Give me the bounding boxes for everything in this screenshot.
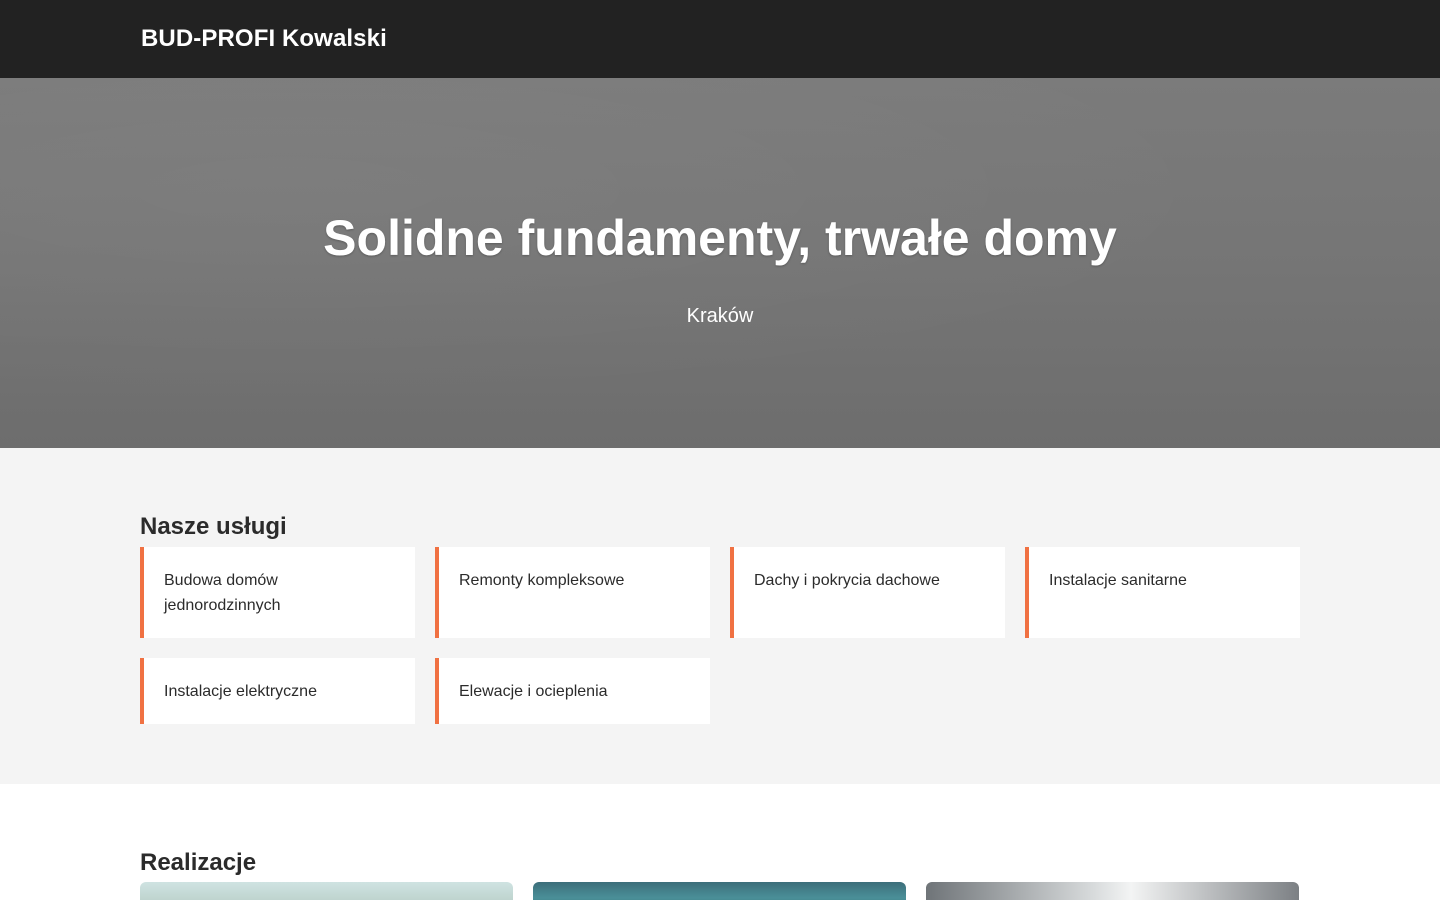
hero-city: Kraków [686,305,754,327]
services-title: Nasze usługi [140,513,287,540]
services-grid: Budowa domów jednorodzinnych Remonty kom… [140,547,1300,724]
service-card-renovations: Remonty kompleksowe [435,547,710,638]
realizations-gallery [140,882,1300,900]
service-card-label: Elewacje i ocieplenia [459,683,608,700]
realizations-title: Realizacje [140,849,257,876]
brand-logo-text[interactable]: BUD-PROFI Kowalski [141,25,387,53]
service-card-label: Remonty kompleksowe [459,572,625,589]
service-card-roofs: Dachy i pokrycia dachowe [730,547,1005,638]
realization-image[interactable] [533,882,906,900]
realization-image[interactable] [140,882,513,900]
services-section: Nasze usługi Budowa domów jednorodzinnyc… [0,448,1440,784]
service-card-label: Instalacje elektryczne [164,683,317,700]
service-card-label: Dachy i pokrycia dachowe [754,572,940,589]
service-card-label: Budowa domów jednorodzinnych [164,572,281,614]
site-header: BUD-PROFI Kowalski [0,0,1440,78]
realizations-section: Realizacje [0,784,1440,900]
realization-image[interactable] [926,882,1299,900]
service-card-electrical: Instalacje elektryczne [140,658,415,724]
service-card-house-building: Budowa domów jednorodzinnych [140,547,415,638]
hero-banner: Solidne fundamenty, trwałe domy Kraków [0,78,1440,448]
hero-title: Solidne fundamenty, trwałe domy [323,210,1117,266]
service-card-label: Instalacje sanitarne [1049,572,1187,589]
service-card-facades: Elewacje i ocieplenia [435,658,710,724]
service-card-plumbing: Instalacje sanitarne [1025,547,1300,638]
